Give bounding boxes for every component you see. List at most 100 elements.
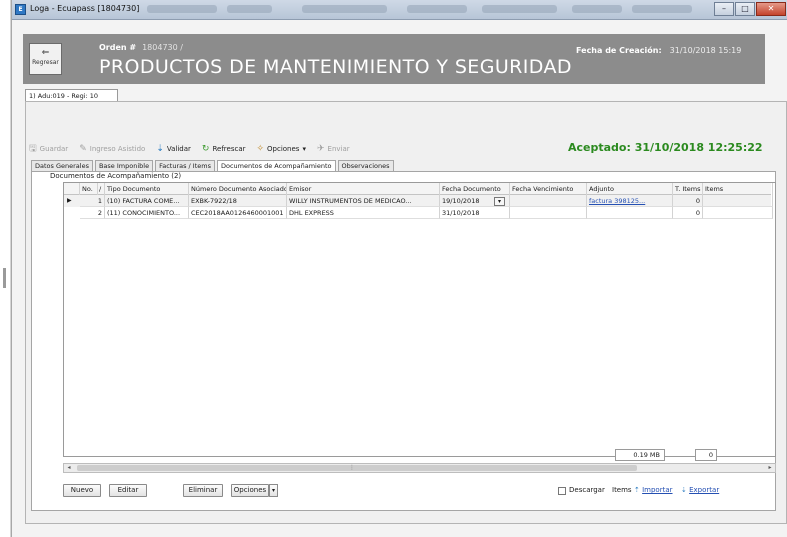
back-button-label: Regresar: [32, 59, 59, 66]
row-selected-icon: ▶: [67, 197, 72, 204]
creation-value: 31/10/2018 15:19: [669, 46, 742, 55]
blurred-region: [482, 5, 557, 13]
order-header: ⇐ Regresar Orden # 1804730 / PRODUCTOS DE…: [23, 34, 765, 84]
column-numero-documento[interactable]: Número Documento Asociado: [189, 183, 287, 195]
scrollbar-grip-icon: ⋮: [349, 464, 355, 471]
cell-emisor: WILLY INSTRUMENTOS DE MEDICAO...: [287, 195, 440, 207]
assisted-entry-button[interactable]: ✎ Ingreso Asistido: [79, 143, 146, 154]
section-title: Documentos de Acompañamiento (2): [50, 172, 182, 180]
minimize-button[interactable]: –: [714, 2, 734, 16]
desktop-background: [0, 0, 11, 537]
cell-adjunto: [587, 207, 673, 219]
order-number: Orden # 1804730 /: [99, 43, 183, 52]
blurred-region: [632, 5, 692, 13]
grid-header: No. / Tipo Documento Número Documento As…: [64, 183, 773, 195]
maximize-button[interactable]: □: [735, 2, 755, 16]
cell-tipo-documento: (11) CONOCIMIENTO...: [105, 207, 189, 219]
cell-fecha-documento: 31/10/2018: [440, 207, 510, 219]
new-button[interactable]: Nuevo: [63, 484, 101, 497]
blurred-region: [572, 5, 622, 13]
cell-items: [703, 207, 773, 219]
scrollbar-thumb[interactable]: [77, 465, 637, 471]
cell-t-items: 0: [673, 195, 703, 207]
import-label: Importar: [642, 486, 673, 494]
window-controls: – □ ✕: [714, 2, 786, 16]
column-sort[interactable]: /: [98, 183, 105, 195]
cell-fecha-documento[interactable]: 19/10/2018 ▾: [440, 195, 510, 207]
title-bar[interactable]: E Loga - Ecuapass [1804730] – □ ✕: [12, 0, 787, 20]
cell-fecha-vencimiento: [510, 207, 587, 219]
column-no[interactable]: No.: [80, 183, 98, 195]
date-dropdown-button[interactable]: ▾: [494, 197, 505, 206]
accepted-status: Aceptado: 31/10/2018 12:25:22: [568, 141, 763, 154]
column-fecha-documento[interactable]: Fecha Documento: [440, 183, 510, 195]
app-icon[interactable]: E: [15, 4, 26, 15]
wizard-icon: ✎: [79, 143, 87, 154]
blurred-region: [227, 5, 272, 13]
creation-label: Fecha de Creación:: [576, 46, 662, 55]
application-window: E Loga - Ecuapass [1804730] – □ ✕ ⇐ Regr…: [11, 0, 787, 537]
export-link[interactable]: ⇣ Exportar: [681, 485, 719, 496]
fecha-documento-value: 19/10/2018: [442, 197, 480, 205]
refresh-label: Refrescar: [212, 145, 246, 153]
cell-fecha-vencimiento: [510, 195, 587, 207]
download-label: Descargar: [569, 486, 605, 494]
export-icon: ⇣: [681, 486, 687, 494]
cell-adjunto[interactable]: factura 398125...: [587, 195, 673, 207]
import-icon: ⇡: [634, 486, 640, 494]
options-button[interactable]: ✧ Opciones ▾: [256, 143, 306, 154]
back-button[interactable]: ⇐ Regresar: [29, 43, 62, 75]
options-label: Opciones: [267, 145, 300, 153]
desktop-edge-mark: [3, 268, 6, 288]
scroll-left-icon[interactable]: ◂: [64, 464, 74, 472]
order-value: 1804730 /: [142, 43, 183, 52]
toolbar: 🖫 Guardar ✎ Ingreso Asistido ⇣ Validar ↻…: [29, 142, 350, 156]
options-icon: ✧: [256, 143, 265, 154]
send-button[interactable]: ✈ Enviar: [317, 144, 350, 154]
delete-button[interactable]: Eliminar: [183, 484, 223, 497]
blurred-region: [147, 5, 217, 13]
column-items[interactable]: Items: [703, 183, 773, 195]
validate-label: Validar: [166, 145, 191, 153]
export-label: Exportar: [689, 486, 720, 494]
column-tipo-documento[interactable]: Tipo Documento: [105, 183, 189, 195]
download-checkbox[interactable]: [558, 487, 566, 495]
save-label: Guardar: [39, 145, 69, 153]
column-emisor[interactable]: Emisor: [287, 183, 440, 195]
chevron-down-icon[interactable]: ▾: [269, 484, 278, 497]
column-t-items[interactable]: T. Items: [673, 183, 703, 195]
cell-emisor: DHL EXPRESS: [287, 207, 440, 219]
blurred-region: [407, 5, 467, 13]
assisted-entry-label: Ingreso Asistido: [89, 145, 146, 153]
cell-no: 2: [80, 207, 105, 219]
chevron-down-icon: ▾: [302, 145, 306, 153]
column-fecha-vencimiento[interactable]: Fecha Vencimiento: [510, 183, 587, 195]
cell-t-items: 0: [673, 207, 703, 219]
grid-header-marker: [64, 183, 80, 195]
refresh-icon: ↻: [201, 143, 210, 154]
cell-items: [703, 195, 773, 207]
close-button[interactable]: ✕: [756, 2, 786, 16]
table-row[interactable]: 2 (11) CONOCIMIENTO... CEC2018AA01264600…: [64, 207, 773, 219]
cell-numero-documento: CEC2018AA0126460001001 6: [189, 207, 287, 219]
documents-grid[interactable]: No. / Tipo Documento Número Documento As…: [63, 182, 776, 457]
edit-button[interactable]: Editar: [109, 484, 147, 497]
cell-no: 1: [80, 195, 105, 207]
table-row[interactable]: ▶ 1 (10) FACTURA COME... EXBK-7922/18 WI…: [64, 195, 773, 207]
send-label: Enviar: [327, 145, 350, 153]
order-label: Orden #: [99, 43, 137, 52]
options-menu-button[interactable]: Opciones: [231, 484, 269, 497]
save-button[interactable]: 🖫 Guardar: [29, 144, 69, 154]
column-adjunto[interactable]: Adjunto: [587, 183, 673, 195]
cell-numero-documento: EXBK-7922/18: [189, 195, 287, 207]
window-title: Loga - Ecuapass [1804730]: [30, 4, 140, 13]
refresh-button[interactable]: ↻ Refrescar: [201, 143, 246, 154]
arrow-left-icon: ⇐: [41, 48, 50, 58]
import-link[interactable]: ⇡ Importar: [634, 485, 673, 496]
validate-button[interactable]: ⇣ Validar: [156, 144, 191, 154]
attachment-link[interactable]: factura 398125...: [589, 197, 645, 205]
scroll-right-icon[interactable]: ▸: [765, 464, 775, 472]
creation-date: Fecha de Creación: 31/10/2018 15:19: [576, 46, 741, 55]
blurred-region: [302, 5, 387, 13]
horizontal-scrollbar[interactable]: ◂ ⋮ ▸: [63, 463, 776, 473]
